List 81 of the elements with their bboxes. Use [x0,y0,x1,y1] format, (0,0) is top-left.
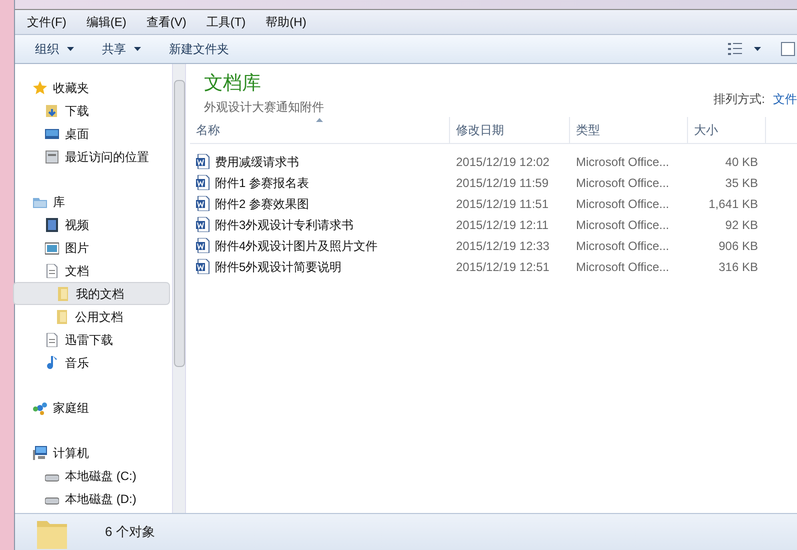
menu-item[interactable]: 查看(V) [146,13,186,31]
table-cell-text: Microsoft Office... [575,154,670,170]
toolbar-button[interactable]: 新建文件夹 [157,38,241,60]
star-icon [33,80,47,94]
table-cell-text: 40 KB [724,154,759,170]
table-cell-text: Microsoft Office... [575,258,670,276]
toolbar-button[interactable]: 共享 [90,38,153,60]
sidebar-item[interactable]: 视频 [31,213,172,236]
sort-arrow-icon [316,118,323,122]
picture-icon [45,240,59,254]
column-header[interactable]: 大小 [688,117,766,143]
table-cell-text: 316 KB [718,258,759,276]
table-cell-text: 2015/12/19 12:33 [455,238,550,254]
table-cell-text: Microsoft Office... [575,216,670,234]
sidebar-item[interactable]: 我的文档 [13,282,170,305]
word-document-icon [196,154,210,169]
caret-icon [754,47,761,51]
arrange-link[interactable]: 文件 [773,90,797,108]
sidebar-item[interactable]: 本地磁盘 (D:) [31,487,172,510]
table-cell-text: 2015/12/19 12:02 [455,154,550,170]
download-folder-icon [45,104,59,118]
preview-pane-icon[interactable] [781,42,795,56]
sidebar-item[interactable]: 音乐 [31,351,172,374]
folder-icon [56,286,70,300]
table-cell-text: 35 KB [724,174,759,192]
word-document-icon [196,259,210,274]
desktop-icon [45,126,59,140]
column-header[interactable]: 名称 [190,117,450,143]
table-cell-text: Microsoft Office... [575,196,670,212]
table-cell-text: 1,641 KB [708,196,759,212]
film-icon [45,218,59,232]
file-name[interactable]: 附件4外观设计图片及照片文件 [190,236,450,254]
recent-places-icon [45,150,59,164]
document-icon [45,332,59,346]
sidebar-item[interactable]: 桌面 [31,122,172,145]
music-note-icon [45,356,59,370]
table-cell-text: 906 KB [718,238,759,254]
folder-icon [55,310,69,324]
sidebar-item[interactable]: 本地磁盘 (C:) [31,464,172,487]
word-document-icon [196,196,210,211]
arrange-label: 排列方式: [714,91,765,108]
word-document-icon [196,238,210,253]
sidebar-item[interactable]: 图片 [31,236,172,259]
menu-item[interactable]: 帮助(H) [266,13,306,31]
file-name[interactable]: 附件1 参赛报名表 [190,174,450,192]
word-document-icon [196,175,210,190]
menu-item[interactable]: 编辑(E) [86,13,126,31]
sidebar-item[interactable]: 家庭组 [31,396,172,419]
file-name[interactable]: 附件5外观设计简要说明 [190,258,450,276]
details-view-icon [728,43,742,55]
sidebar-item[interactable]: 文档 [31,259,172,282]
table-cell-text: 2015/12/19 12:11 [455,216,550,234]
table-cell-text: 2015/12/19 11:51 [455,196,550,212]
table-cell-text: 2015/12/19 11:59 [455,174,550,192]
table-cell-text: Microsoft Office... [575,174,670,192]
table-cell-text: 92 KB [724,216,759,234]
sidebar-item[interactable]: 迅雷下载 [31,328,172,351]
word-document-icon [196,217,210,232]
sidebar-item[interactable]: 下载 [31,99,172,122]
menu-item[interactable]: 文件(F) [27,13,66,31]
network-icon [33,400,47,414]
sidebar-item[interactable]: 收藏夹 [31,76,172,99]
column-header[interactable]: 类型 [570,117,688,143]
file-name[interactable]: 费用减缓请求书 [190,152,450,170]
menu-item[interactable]: 工具(T) [206,13,246,31]
toolbar-button[interactable]: 组织 [23,38,86,60]
scrollbar[interactable] [172,64,186,513]
sidebar-item[interactable]: 公用文档 [31,305,172,328]
item-count: 6 个对象 [105,523,155,542]
table-cell-text: 2015/12/19 12:51 [455,258,550,276]
library-title: 文档库 [204,72,262,96]
computer-icon [33,446,47,460]
sidebar-item[interactable]: 库 [31,190,172,213]
file-name[interactable]: 附件2 参赛效果图 [190,194,450,212]
sidebar-item[interactable]: 计算机 [31,441,172,464]
library-subtitle: 外观设计大赛通知附件 [204,99,324,116]
file-name[interactable]: 附件3外观设计专利请求书 [190,216,450,234]
table-cell-text: Microsoft Office... [575,238,670,254]
column-header[interactable]: 修改日期 [450,117,570,143]
document-icon [45,264,59,278]
sidebar-item[interactable]: 最近访问的位置 [31,145,172,168]
